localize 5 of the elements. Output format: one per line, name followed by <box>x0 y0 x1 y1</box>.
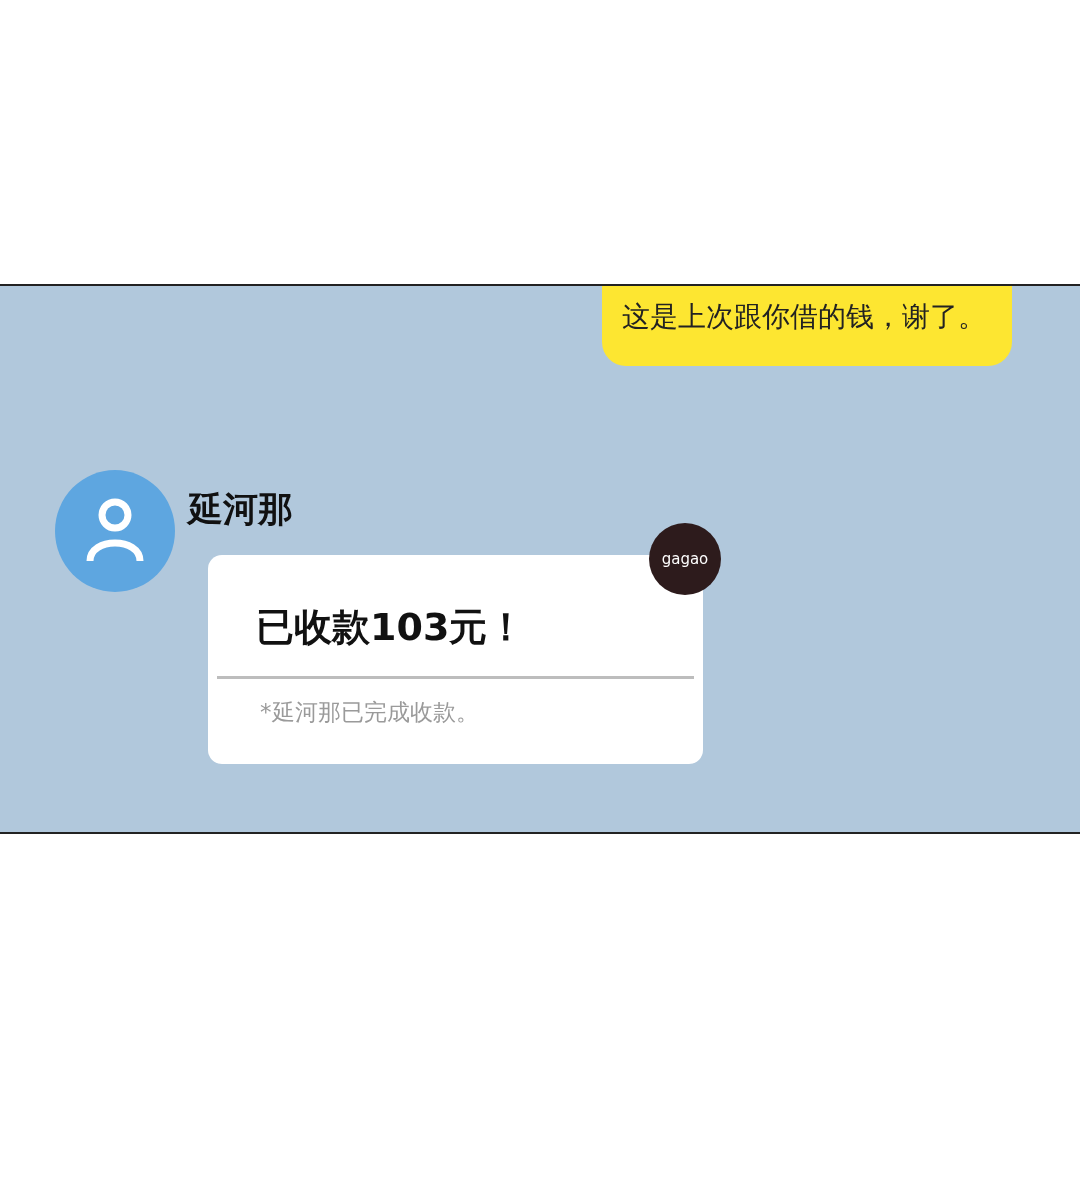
badge: gagao <box>649 523 721 595</box>
payment-note: *延河那已完成收款。 <box>259 697 480 727</box>
outgoing-message: 这是上次跟你借的钱，谢了。 <box>602 286 1012 366</box>
sender-name: 延河那 <box>188 488 294 531</box>
payment-title: 已收款103元！ <box>256 607 526 649</box>
